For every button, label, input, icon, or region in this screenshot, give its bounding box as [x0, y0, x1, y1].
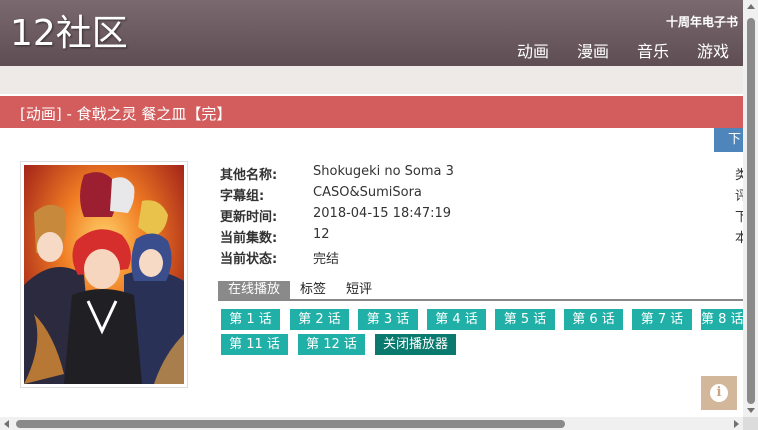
info-label: 当前集数: — [220, 231, 278, 246]
info-value: 2018-04-15 18:47:19 — [313, 206, 452, 221]
main-nav: 动画 漫画 音乐 游戏 — [489, 38, 729, 62]
episode-button[interactable]: 第 6 话 — [564, 309, 623, 330]
info-row-status: 当前状态: 完结 — [220, 248, 454, 269]
scroll-right-icon[interactable] — [734, 420, 739, 428]
episode-button[interactable]: 第 2 话 — [290, 309, 349, 330]
info-label: 字幕组: — [220, 189, 265, 204]
content-tabs: 在线播放 标签 短评 — [218, 281, 743, 301]
info-table: 其他名称: Shokugeki no Soma 3 字幕组: CASO&Sumi… — [220, 164, 454, 269]
episode-button[interactable]: 第 1 话 — [221, 309, 280, 330]
episode-button[interactable]: 第 5 话 — [495, 309, 555, 330]
info-button[interactable]: i — [701, 376, 737, 410]
close-player-button[interactable]: 关闭播放器 — [375, 334, 456, 355]
scroll-down-icon[interactable] — [747, 408, 755, 413]
info-row-alt-name: 其他名称: Shokugeki no Soma 3 — [220, 164, 454, 185]
episode-button[interactable]: 第 4 话 — [427, 309, 486, 330]
site-logo[interactable]: 12社区 — [10, 14, 128, 54]
info-label: 更新时间: — [220, 210, 278, 225]
scrollbar-corner — [743, 417, 758, 430]
horizontal-scrollbar[interactable] — [0, 417, 743, 430]
info-label: 当前状态: — [220, 252, 278, 267]
poster-frame — [20, 161, 188, 388]
horizontal-scroll-thumb[interactable] — [16, 420, 565, 428]
info-label: 其他名称: — [220, 168, 278, 183]
page-viewport: 12社区 十周年电子书 动画 漫画 音乐 游戏 [动画] - 食戟之灵 餐之皿【… — [0, 0, 758, 430]
info-value: 12 — [313, 227, 330, 242]
info-row-updated: 更新时间: 2018-04-15 18:47:19 — [220, 206, 454, 227]
episode-button[interactable]: 第 7 话 — [632, 309, 692, 330]
nav-item-manga[interactable]: 漫画 — [577, 38, 609, 62]
episode-button[interactable]: 第 8 话 — [701, 309, 743, 330]
info-value: CASO&SumiSora — [313, 185, 422, 200]
info-value: 完结 — [313, 252, 340, 267]
episode-button[interactable]: 第 3 话 — [358, 309, 418, 330]
tab-online-play[interactable]: 在线播放 — [218, 281, 291, 299]
page-title: [动画] - 食戟之灵 餐之皿【完】 — [20, 105, 232, 123]
nav-item-games[interactable]: 游戏 — [697, 38, 729, 62]
info-value: Shokugeki no Soma 3 — [313, 164, 454, 179]
info-icon: i — [710, 384, 728, 402]
info-row-episodes: 当前集数: 12 — [220, 227, 454, 248]
tab-reviews[interactable]: 短评 — [336, 281, 382, 299]
sub-header-band — [0, 66, 743, 94]
tab-tags[interactable]: 标签 — [290, 281, 336, 299]
info-row-subgroup: 字幕组: CASO&SumiSora — [220, 185, 454, 206]
vertical-scrollbar[interactable] — [743, 0, 758, 417]
episode-button[interactable]: 第 12 话 — [298, 334, 365, 355]
scroll-up-icon[interactable] — [747, 4, 755, 9]
episode-button[interactable]: 第 11 话 — [221, 334, 288, 355]
site-header: 12社区 十周年电子书 动画 漫画 音乐 游戏 — [0, 0, 743, 66]
anime-poster-image — [24, 165, 184, 384]
vertical-scroll-thumb[interactable] — [747, 18, 755, 404]
page-title-bar: [动画] - 食戟之灵 餐之皿【完】 — [0, 96, 743, 128]
anniversary-ebook-link[interactable]: 十周年电子书 — [666, 13, 738, 30]
scroll-left-icon[interactable] — [4, 420, 9, 428]
nav-item-music[interactable]: 音乐 — [637, 38, 669, 62]
nav-item-anime[interactable]: 动画 — [517, 38, 549, 62]
